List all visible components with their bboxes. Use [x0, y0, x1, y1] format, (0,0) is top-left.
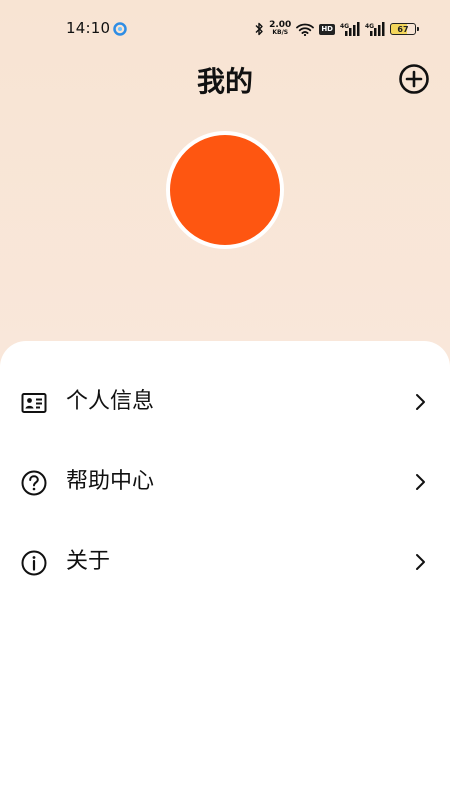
plus-circle-icon[interactable] — [398, 63, 430, 95]
menu-item-label: 帮助中心 — [66, 469, 155, 494]
profile-screen: 14:10 2.00 KB/S HD 4G 4G 67 我的 个人信息 帮助中心… — [0, 0, 450, 800]
status-time: 14:10 — [66, 19, 111, 37]
app-notification-icon — [113, 22, 127, 36]
hd-badge: HD — [319, 23, 335, 35]
menu-item-about[interactable]: 关于 — [0, 532, 450, 592]
menu-item-personal-info[interactable]: 个人信息 — [0, 372, 450, 432]
status-bar: 14:10 2.00 KB/S HD 4G 4G 67 — [0, 0, 450, 58]
battery-icon: 67 — [390, 23, 419, 35]
chevron-right-icon — [416, 554, 425, 570]
cellular-signal-icon: 4G — [340, 22, 360, 36]
menu-item-label: 关于 — [66, 549, 111, 574]
status-indicators: 2.00 KB/S HD 4G 4G 67 — [255, 19, 419, 39]
question-circle-icon — [21, 470, 47, 496]
chevron-right-icon — [416, 474, 425, 490]
network-speed-value: 2.00 — [269, 20, 292, 30]
chevron-right-icon — [416, 394, 425, 410]
cellular-signal-icon-2: 4G — [365, 22, 385, 36]
bluetooth-icon — [255, 22, 263, 36]
wifi-icon — [296, 23, 315, 36]
network-speed: 2.00 KB/S — [269, 21, 291, 37]
signal-2-label: 4G — [365, 23, 374, 30]
avatar[interactable] — [166, 131, 284, 249]
menu-sheet: 个人信息 帮助中心 关于 — [0, 341, 450, 800]
battery-level: 67 — [397, 24, 409, 34]
network-speed-unit: KB/S — [272, 29, 289, 36]
signal-1-label: 4G — [340, 23, 349, 30]
menu-item-help-center[interactable]: 帮助中心 — [0, 452, 450, 512]
menu-item-label: 个人信息 — [66, 389, 155, 414]
info-circle-icon — [21, 550, 47, 576]
page-title: 我的 — [196, 65, 253, 98]
id-card-icon — [21, 393, 47, 413]
